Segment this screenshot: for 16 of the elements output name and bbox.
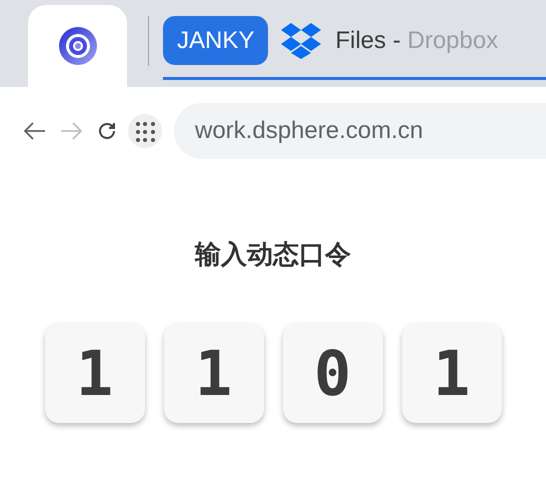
tab-group-label[interactable]: JANKY [163, 16, 268, 65]
address-field[interactable]: work.dsphere.com.cn [174, 103, 546, 159]
target-logo-icon [58, 26, 98, 66]
tab[interactable]: Files - Dropbox [281, 16, 498, 65]
digit-tile: 1 [44, 323, 144, 423]
reload-icon[interactable] [96, 120, 118, 142]
digit-tile: 0 [282, 323, 382, 423]
digit-tile: 1 [164, 323, 264, 423]
heading: 输入动态口令 [195, 238, 351, 271]
digit-tile: 1 [402, 323, 502, 423]
open-box-icon [281, 22, 322, 58]
tab[interactable] [28, 5, 127, 87]
back-arrow-icon[interactable] [24, 122, 46, 140]
tab-title: Files - [335, 26, 401, 54]
tab-site: Dropbox [407, 26, 498, 54]
apps-grid-icon[interactable] [128, 114, 162, 148]
